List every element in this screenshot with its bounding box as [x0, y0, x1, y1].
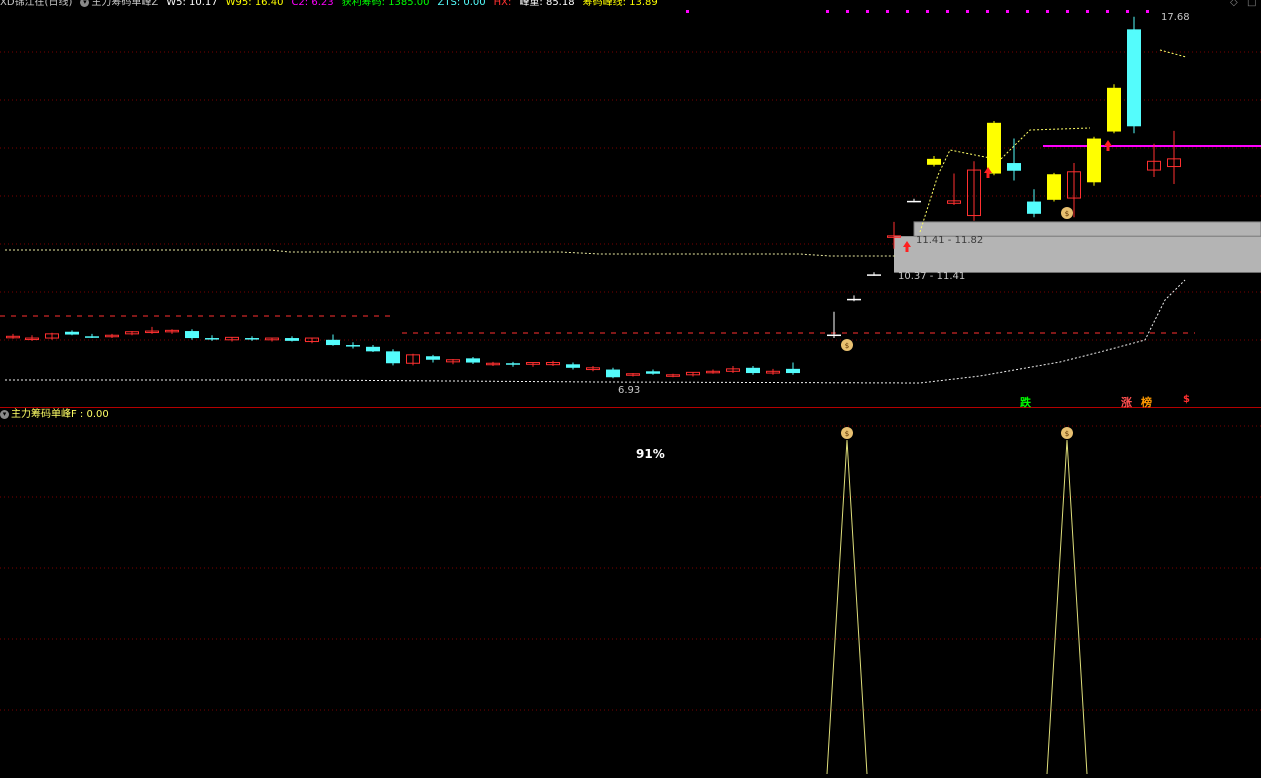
w5-value: W5: 10.17	[166, 0, 218, 8]
high-price-label: 17.68	[1161, 12, 1190, 23]
main-indicator-header: XD锦江在(日线) ▾ 主力筹码单峰Z W5: 10.17 W95: 16.40 …	[0, 0, 658, 9]
candle-body	[847, 298, 861, 301]
candle-body	[1087, 138, 1101, 183]
sub-percent-label: 91%	[636, 447, 665, 461]
candle-body	[426, 356, 440, 360]
candle-body	[1027, 201, 1041, 214]
top-marker-dot	[686, 10, 689, 13]
candle-body	[346, 345, 360, 347]
upper-line	[1159, 49, 1187, 58]
top-marker-dot	[906, 10, 909, 13]
candle-body	[1127, 29, 1141, 127]
w95-value: W95: 16.40	[225, 0, 284, 8]
top-marker-dot	[826, 10, 829, 13]
diamond-icon[interactable]: ◇	[1230, 0, 1238, 8]
sub-spike	[826, 439, 868, 775]
candle-body	[646, 371, 660, 374]
peak-line-value: 筹码峰线: 13.89	[582, 0, 658, 8]
top-marker-dot	[1126, 10, 1129, 13]
top-marker-dot	[866, 10, 869, 13]
sub-spike	[1046, 439, 1088, 775]
top-marker-dot	[1026, 10, 1029, 13]
chart-stage: $ $ $ $ XD锦江在(日线) ▾ 主力筹码单峰Z W5: 10.17 W95: 1…	[0, 0, 1261, 775]
band-lower-label: 10.37 - 11.41	[898, 271, 966, 282]
collapse-icon[interactable]: ▾	[0, 409, 9, 419]
candle-body	[786, 368, 800, 374]
sub-indicator-name[interactable]: ▾ 主力筹码单峰F : 0.00	[0, 409, 109, 421]
signal-s[interactable]: $	[1183, 394, 1190, 405]
low-price-label: 6.93	[618, 385, 641, 396]
top-marker-dot	[1066, 10, 1069, 13]
candle-body	[1007, 163, 1021, 171]
money-bag-glyph: $	[845, 342, 849, 350]
candle-body	[606, 369, 620, 378]
candle-body	[386, 351, 400, 364]
candle-body	[827, 334, 841, 337]
signal-die[interactable]: 跌	[1020, 394, 1031, 410]
money-bag-glyph: $	[1065, 430, 1069, 438]
c2-value: C2: 6.23	[291, 0, 334, 8]
top-marker-dot	[946, 10, 949, 13]
candle-body	[245, 338, 259, 340]
money-bag-icon[interactable]: $	[1061, 207, 1073, 219]
hx-value: HX:	[493, 0, 512, 8]
top-marker-dot	[1086, 10, 1089, 13]
candle-body	[927, 158, 941, 165]
money-bag-glyph: $	[1065, 210, 1069, 218]
top-marker-dot	[886, 10, 889, 13]
candle-body	[326, 339, 340, 346]
sub-indicator-header: ▾ 主力筹码单峰F : 0.00	[0, 409, 109, 421]
candle-body	[566, 364, 580, 368]
candle-body	[85, 336, 99, 338]
candle-body	[1107, 87, 1121, 132]
money-bag-glyph: $	[845, 430, 849, 438]
money-bag-icon[interactable]: $	[841, 427, 853, 439]
candle-body	[185, 331, 199, 339]
signal-zhang[interactable]: 涨	[1121, 394, 1132, 410]
candle-body	[506, 363, 520, 365]
candle-body	[907, 200, 921, 203]
top-marker-dot	[1106, 10, 1109, 13]
top-marker-dot	[1146, 10, 1149, 13]
stock-title[interactable]: XD锦江在(日线)	[0, 0, 72, 9]
money-bag-icon[interactable]: $	[1061, 427, 1073, 439]
candle-body	[987, 122, 1001, 174]
band-upper-label: 11.41 - 11.82	[916, 235, 984, 246]
candle-body	[1047, 174, 1061, 200]
top-marker-dot	[1046, 10, 1049, 13]
top-marker-dot	[986, 10, 989, 13]
candle-body	[366, 346, 380, 352]
candle-body	[285, 338, 299, 341]
candle-body	[746, 367, 760, 374]
money-bag-icon[interactable]: $	[841, 339, 853, 351]
signal-bang[interactable]: 榜	[1141, 394, 1152, 410]
square-icon[interactable]: □	[1247, 0, 1256, 8]
candle-body	[205, 338, 219, 340]
profit-chips-value: 获利筹码: 1385.00	[341, 0, 430, 8]
indicator-name[interactable]: ▾ 主力筹码单峰Z	[80, 0, 158, 9]
zts-value: ZTS: 0.00	[437, 0, 486, 8]
candle-body	[65, 331, 79, 335]
top-marker-dot	[1006, 10, 1009, 13]
top-marker-dot	[966, 10, 969, 13]
top-marker-dot	[926, 10, 929, 13]
peak-volume-value: 峰重: 85.18	[519, 0, 575, 8]
chip-peak-line	[5, 249, 895, 257]
candle-body	[466, 358, 480, 363]
candle-body	[867, 274, 881, 276]
top-marker-dot	[846, 10, 849, 13]
collapse-icon[interactable]: ▾	[80, 0, 90, 7]
up-arrow-icon	[1104, 140, 1112, 151]
